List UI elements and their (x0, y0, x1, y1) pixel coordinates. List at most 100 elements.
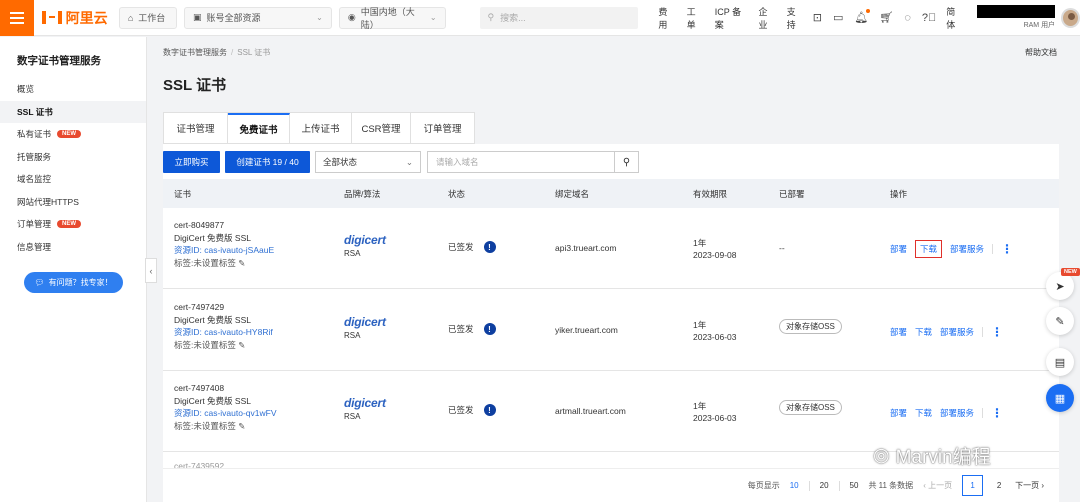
sidebar-item-orders[interactable]: 订单管理 NEW (0, 213, 146, 236)
deploy-service-link[interactable]: 部署服务 (950, 243, 984, 255)
cert-tag-label: 标签:未设置标签 (174, 420, 236, 431)
actions-cell: 部署 下载 部署服务 ⋮ (890, 240, 1013, 258)
deployed-oss-badge[interactable]: 对象存储OSS (779, 319, 842, 334)
tab-csr-management[interactable]: CSR管理 (352, 113, 411, 143)
alert-icon[interactable]: ! (483, 241, 496, 253)
alert-icon[interactable]: ! (483, 404, 496, 416)
download-link[interactable]: 下载 (915, 326, 932, 338)
pin-icon: ➤ (1055, 280, 1065, 293)
expiry-date: 2023-06-03 (693, 332, 737, 342)
user-info[interactable]: RAM 用户 (977, 5, 1056, 30)
sidebar-item-info[interactable]: 信息管理 (0, 236, 146, 259)
cert-tag[interactable]: 标签:未设置标签 ✎ (174, 420, 277, 433)
top-link-tickets[interactable]: 工单 (681, 5, 709, 31)
avatar[interactable] (1061, 7, 1080, 28)
grid-icon: ▦ (1054, 392, 1066, 405)
top-link-icp[interactable]: ICP 备案 (709, 5, 753, 31)
page-size-10[interactable]: 10 (790, 481, 799, 490)
aliyun-logo[interactable]: 阿里云 (41, 8, 109, 28)
digicert-logo: digicert (344, 315, 386, 329)
per-page-label: 每页显示 (747, 481, 780, 490)
cert-tag[interactable]: 标签:未设置标签 ✎ (174, 257, 274, 270)
cert-resource-id[interactable]: 资源ID: cas-ivauto-jSAauE (174, 244, 274, 257)
download-link[interactable]: 下载 (915, 240, 943, 258)
edit-icon[interactable]: ✎ (238, 340, 245, 350)
tab-upload-cert[interactable]: 上传证书 (290, 113, 352, 143)
ask-expert-button[interactable]: 💬︎ 有问题？找专家！ (24, 272, 123, 293)
sidebar-title: 数字证书管理服务 (17, 55, 101, 67)
more-icon[interactable]: ⋮ (1001, 242, 1013, 256)
deployed-oss-badge[interactable]: 对象存储OSS (779, 400, 842, 415)
sidebar-item-overview[interactable]: 概览 (0, 78, 146, 101)
algo-label: RSA (344, 412, 361, 421)
deploy-service-link[interactable]: 部署服务 (940, 407, 974, 419)
algo-label: RSA (344, 249, 361, 258)
breadcrumb-root[interactable]: 数字证书管理服务 (163, 48, 227, 57)
bell-icon[interactable]: 🔔︎ (854, 9, 871, 24)
deploy-link[interactable]: 部署 (890, 407, 907, 419)
column-header-validity: 有效期限 (693, 189, 728, 199)
column-header-deployed: 已部署 (779, 189, 805, 199)
edit-icon[interactable]: ✎ (238, 421, 245, 431)
page-1-button[interactable]: 1 (962, 475, 984, 496)
cert-type: DigiCert 免费版 SSL (174, 395, 251, 406)
apps-button[interactable]: ▦ (1046, 384, 1074, 412)
search-icon: ⚲ (622, 156, 631, 168)
terminal-icon[interactable]: ▭ (833, 11, 843, 24)
deploy-link[interactable]: 部署 (890, 243, 907, 255)
help-icon[interactable]: ?⃝ (922, 12, 936, 24)
deploy-service-link[interactable]: 部署服务 (940, 326, 974, 338)
cart-icon[interactable]: 🛒︎ (879, 11, 893, 24)
menu-icon[interactable] (0, 0, 34, 36)
workbench-button[interactable]: ⌂ 工作台 (118, 6, 178, 29)
chevron-left-icon: ‹ (149, 265, 153, 276)
sidebar-item-private-cert[interactable]: 私有证书 NEW (0, 123, 146, 146)
region-dropdown[interactable]: ◉ 中国内地（大陆） ⌄ (338, 6, 446, 30)
top-link-billing[interactable]: 费用 (652, 5, 680, 31)
lightbulb-icon[interactable]: ◌ (904, 12, 911, 24)
account-scope-dropdown[interactable]: ▣ 账号全部资源 ⌄ (184, 6, 332, 29)
edit-icon[interactable]: ✎ (238, 258, 245, 268)
tab-free-cert[interactable]: 免费证书 (228, 113, 290, 143)
chat-button[interactable]: ▤ (1046, 348, 1074, 376)
chevron-down-icon: ⌄ (429, 13, 437, 22)
alert-icon[interactable]: ! (483, 323, 496, 335)
tab-cert-management[interactable]: 证书管理 (164, 113, 228, 143)
cert-resource-id[interactable]: 资源ID: cas-ivauto-HY8Rif (174, 326, 273, 339)
breadcrumb-sep: / (231, 48, 234, 57)
page-2-button[interactable]: 2 (993, 481, 1005, 490)
domain-search-button[interactable]: ⚲ (615, 151, 639, 173)
domain-search-input[interactable]: 请输入域名 (427, 151, 615, 173)
tab-order-management[interactable]: 订单管理 (411, 113, 474, 143)
deploy-link[interactable]: 部署 (890, 326, 907, 338)
feedback-button[interactable]: ➤ (1046, 272, 1074, 300)
column-header-actions: 操作 (890, 189, 908, 199)
download-link[interactable]: 下载 (915, 407, 932, 419)
next-page-button[interactable]: 下一页 › (1015, 480, 1044, 491)
status-select[interactable]: 全部状态 ⌄ (315, 151, 421, 173)
buy-now-button[interactable]: 立即购买 (163, 151, 220, 173)
sidebar-collapse-toggle[interactable]: ‹ (145, 258, 157, 283)
sidebar-item-domain-monitor[interactable]: 域名监控 (0, 168, 146, 191)
more-icon[interactable]: ⋮ (991, 325, 1003, 339)
top-link-support[interactable]: 支持 (781, 5, 809, 31)
page-title: SSL 证书 (163, 77, 227, 94)
cert-tag[interactable]: 标签:未设置标签 ✎ (174, 339, 273, 352)
language-switch[interactable]: 简体 (946, 5, 963, 31)
top-link-enterprise[interactable]: 企业 (752, 5, 780, 31)
edit-button[interactable]: ✎ (1046, 307, 1074, 335)
sidebar-item-https-proxy[interactable]: 网站代理HTTPS (0, 191, 146, 214)
app-icon[interactable]: ⊡ (813, 11, 822, 24)
global-search-input[interactable]: ⚲ 搜索... (479, 6, 639, 29)
sidebar-item-ssl-cert[interactable]: SSL 证书 (0, 100, 146, 123)
status-label: 已签发 (448, 242, 474, 252)
prev-page-button[interactable]: ‹ 上一页 (923, 480, 952, 491)
sidebar-item-hosting[interactable]: 托管服务 (0, 146, 146, 169)
top-links: 费用 工单 ICP 备案 企业 支持 (652, 5, 808, 31)
help-doc-link[interactable]: 帮助文档 (1025, 47, 1057, 58)
create-cert-button[interactable]: 创建证书 19 / 40 (225, 151, 310, 173)
page-size-20[interactable]: 20 (820, 481, 829, 490)
cert-resource-id[interactable]: 资源ID: cas-ivauto-qv1wFV (174, 407, 277, 420)
more-icon[interactable]: ⋮ (991, 406, 1003, 420)
page-size-50[interactable]: 50 (850, 481, 859, 490)
